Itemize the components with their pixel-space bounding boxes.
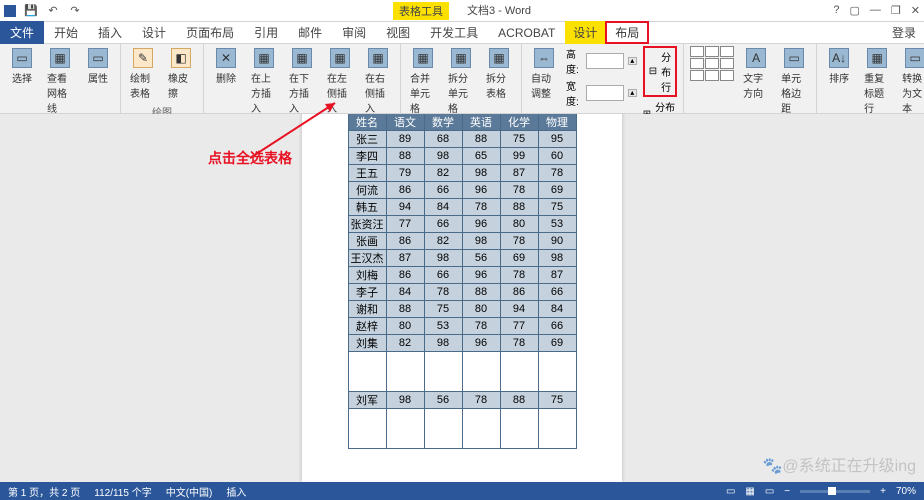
table-header[interactable]: 语文 — [386, 114, 424, 131]
word-icon — [4, 5, 16, 17]
properties-button[interactable]: ▭属性 — [82, 46, 114, 87]
help-icon[interactable]: ? — [833, 4, 839, 17]
table-header[interactable]: 化学 — [500, 114, 538, 131]
quick-access-toolbar: 💾 ↶ ↷ 表格工具 文档3 - Word ? ▢ — ❐ ✕ — [0, 0, 924, 22]
minimize-icon[interactable]: — — [870, 4, 881, 17]
split-table-button[interactable]: ▦拆分表格 — [483, 46, 515, 102]
zoom-in[interactable]: + — [880, 486, 886, 497]
tab-design[interactable]: 设计 — [132, 21, 176, 44]
tab-mailings[interactable]: 邮件 — [288, 21, 332, 44]
table-header[interactable]: 物理 — [538, 114, 576, 131]
select-button[interactable]: ▭选择 — [6, 46, 38, 87]
tab-review[interactable]: 审阅 — [332, 21, 376, 44]
insert-above-button[interactable]: ▦在上方插入 — [248, 46, 280, 117]
document-area: ✥ 成绩表 姓名语文数学英语化学物理张三8968887595李四88986599… — [0, 114, 924, 482]
group-rows-cols: ✕删除 ▦在上方插入 ▦在下方插入 ▦在左侧插入 ▦在右侧插入 行和列 — [204, 44, 401, 113]
score-table[interactable]: 姓名语文数学英语化学物理张三8968887595李四8898659960王五79… — [348, 114, 577, 449]
watermark: 🐾@系统正在升级ing — [762, 452, 916, 476]
tab-table-design[interactable]: 设计 — [565, 21, 605, 44]
zoom-slider[interactable] — [800, 490, 870, 493]
redo-icon[interactable]: ↷ — [68, 4, 82, 18]
size-inputs: 高度:▴ 宽度:▴ — [566, 46, 637, 108]
table-row[interactable]: 韩五9484788875 — [348, 199, 576, 216]
tab-insert[interactable]: 插入 — [88, 21, 132, 44]
group-draw: ✎绘制表格 ◧橡皮擦 绘图 — [121, 44, 204, 113]
delete-button[interactable]: ✕删除 — [210, 46, 242, 87]
table-row[interactable]: 李四8898659960 — [348, 148, 576, 165]
merge-cells-button[interactable]: ▦合并单元格 — [407, 46, 439, 117]
zoom-level[interactable]: 70% — [896, 486, 916, 497]
group-alignment: A文字方向 ▭单元格边距 对齐方式 — [684, 44, 817, 113]
group-table: ▭选择 ▦查看网格线 ▭属性 表 — [0, 44, 121, 113]
title-bar: 表格工具 文档3 - Word — [393, 2, 531, 20]
gridlines-button[interactable]: ▦查看网格线 — [44, 46, 76, 117]
login-link[interactable]: 登录 — [892, 24, 916, 41]
table-header[interactable]: 数学 — [424, 114, 462, 131]
group-cell-size: ⇔自动调整 高度:▴ 宽度:▴ ⊟ 分布行 ⊞ 分布列 单元格大小 — [522, 44, 684, 113]
table-row[interactable]: 刘集8298967869 — [348, 335, 576, 352]
context-tools: 表格工具 — [393, 2, 449, 20]
close-icon[interactable]: ✕ — [911, 4, 920, 17]
table-header[interactable]: 英语 — [462, 114, 500, 131]
repeat-header-button[interactable]: ▦重复标题行 — [861, 46, 893, 117]
alignment-grid[interactable] — [690, 46, 734, 81]
table-header[interactable]: 姓名 — [348, 114, 386, 131]
table-row[interactable]: 王五7982988778 — [348, 165, 576, 182]
table-row[interactable]: 谢和8875809484 — [348, 301, 576, 318]
tab-file[interactable]: 文件 — [0, 21, 44, 44]
height-input[interactable] — [586, 53, 624, 69]
text-direction-button[interactable]: A文字方向 — [740, 46, 772, 102]
table-row[interactable]: 王汉杰8798566998 — [348, 250, 576, 267]
view-icon[interactable]: ▦ — [745, 486, 754, 497]
distribute-rows-button[interactable]: ⊟ 分布行 — [643, 46, 677, 97]
draw-table-button[interactable]: ✎绘制表格 — [127, 46, 159, 102]
sort-button[interactable]: A↓排序 — [823, 46, 855, 87]
table-row[interactable]: 李子8478888666 — [348, 284, 576, 301]
window-buttons: ? ▢ — ❐ ✕ — [833, 4, 920, 17]
tab-references[interactable]: 引用 — [244, 21, 288, 44]
save-icon[interactable]: 💾 — [24, 4, 38, 18]
undo-icon[interactable]: ↶ — [46, 4, 60, 18]
autofit-button[interactable]: ⇔自动调整 — [528, 46, 560, 102]
tab-table-layout[interactable]: 布局 — [605, 21, 649, 44]
group-merge: ▦合并单元格 ▦拆分单元格 ▦拆分表格 合并 — [401, 44, 522, 113]
ribbon-tabs: 文件 开始 插入 设计 页面布局 引用 邮件 审阅 视图 开发工具 ACROBA… — [0, 22, 924, 44]
annotation-text: 点击全选表格 — [208, 148, 292, 168]
table-row[interactable]: 何流8666967869 — [348, 182, 576, 199]
table-row[interactable]: 张资汪7766968053 — [348, 216, 576, 233]
table-row[interactable]: 张画8682987890 — [348, 233, 576, 250]
table-row[interactable]: 刘梅8666967887 — [348, 267, 576, 284]
status-bar: 第 1 页，共 2 页 112/115 个字 中文(中国) 插入 ▭ ▦ ▭ −… — [0, 482, 924, 500]
split-cells-button[interactable]: ▦拆分单元格 — [445, 46, 477, 117]
word-count[interactable]: 112/115 个字 — [94, 484, 151, 499]
page-count[interactable]: 第 1 页，共 2 页 — [8, 484, 80, 499]
view-icon[interactable]: ▭ — [726, 486, 735, 497]
insert-below-button[interactable]: ▦在下方插入 — [286, 46, 318, 117]
eraser-button[interactable]: ◧橡皮擦 — [165, 46, 197, 102]
zoom-out[interactable]: − — [784, 486, 790, 497]
convert-text-button[interactable]: ▭转换为文本 — [899, 46, 924, 117]
ribbon: ▭选择 ▦查看网格线 ▭属性 表 ✎绘制表格 ◧橡皮擦 绘图 ✕删除 ▦在上方插… — [0, 44, 924, 114]
page: ✥ 成绩表 姓名语文数学英语化学物理张三8968887595李四88986599… — [302, 114, 622, 482]
insert-right-button[interactable]: ▦在右侧插入 — [362, 46, 394, 117]
width-input[interactable] — [586, 85, 624, 101]
ribbon-toggle-icon[interactable]: ▢ — [850, 4, 860, 17]
cell-margins-button[interactable]: ▭单元格边距 — [778, 46, 810, 117]
group-data: A↓排序 ▦重复标题行 ▭转换为文本 fx公式 数据 — [817, 44, 924, 113]
insert-mode[interactable]: 插入 — [226, 484, 246, 499]
tab-pagelayout[interactable]: 页面布局 — [176, 21, 244, 44]
tab-view[interactable]: 视图 — [376, 21, 420, 44]
table-row — [348, 352, 576, 392]
tab-devtools[interactable]: 开发工具 — [420, 21, 488, 44]
language[interactable]: 中文(中国) — [166, 484, 213, 499]
view-icon[interactable]: ▭ — [765, 486, 774, 497]
table-row[interactable]: 刘军9856788875 — [348, 392, 576, 409]
table-row[interactable]: 赵梓8053787766 — [348, 318, 576, 335]
insert-left-button[interactable]: ▦在左侧插入 — [324, 46, 356, 117]
tab-acrobat[interactable]: ACROBAT — [488, 23, 565, 43]
doc-title: 文档3 - Word — [467, 2, 531, 20]
tab-home[interactable]: 开始 — [44, 21, 88, 44]
maximize-icon[interactable]: ❐ — [891, 4, 901, 17]
table-row[interactable]: 张三8968887595 — [348, 131, 576, 148]
